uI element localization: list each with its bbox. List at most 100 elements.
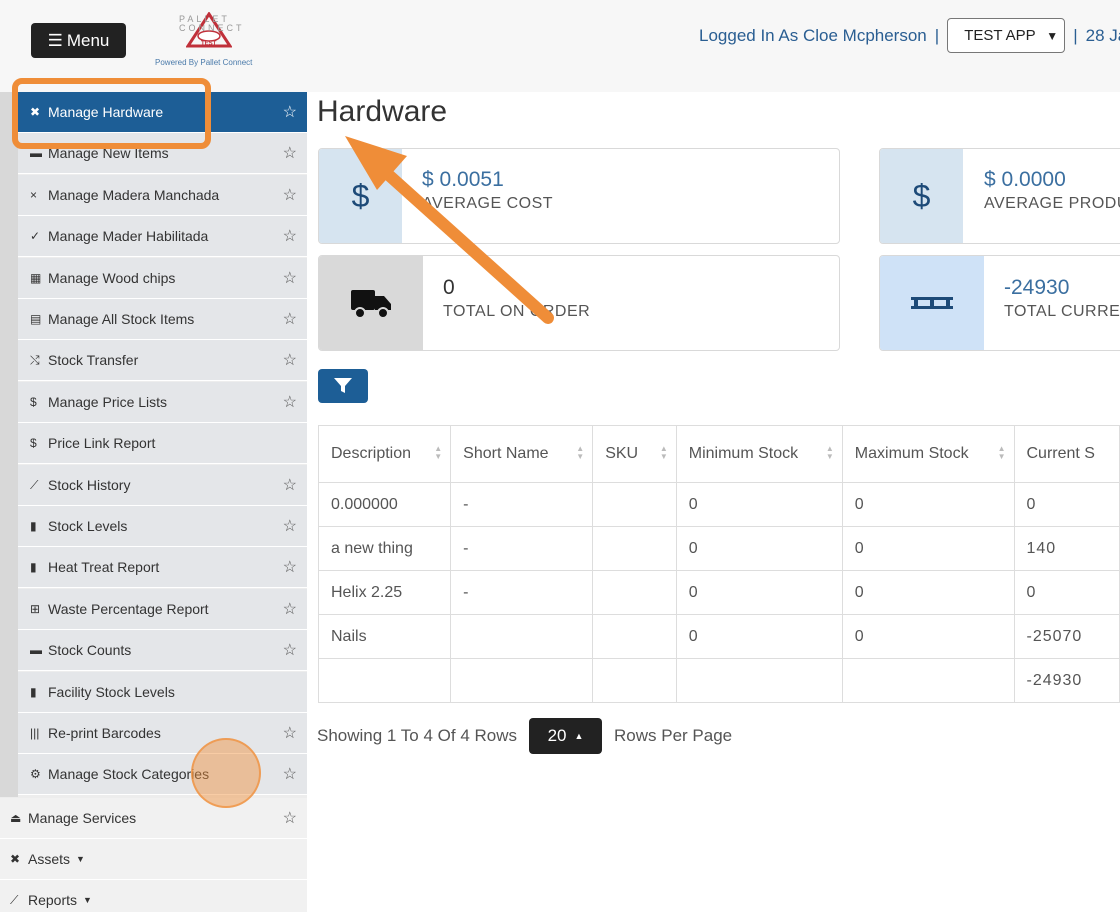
sidebar-item-manage-price-lists[interactable]: $ Manage Price Lists ☆ <box>18 382 307 423</box>
table-header-row: Description ▲ ▼ Short Name ▲ ▼ SKU ▲ ▼ Minimum… <box>317 425 1120 483</box>
sidebar-item-manage-all-stock-items[interactable]: ▤ Manage All Stock Items ☆ <box>18 299 307 340</box>
menu-button[interactable]: ☰ Menu <box>31 23 126 58</box>
sidebar-item-reports[interactable]: ⟋ Reports ▼ <box>0 880 307 912</box>
card-value: $ 0.0051 <box>422 168 504 191</box>
table-cell <box>317 658 452 703</box>
sidebar-item-manage-services[interactable]: ⏏ Manage Services ☆ <box>0 798 307 839</box>
sidebar-item-manage-wood-chips[interactable]: ▦ Manage Wood chips ☆ <box>18 258 307 299</box>
table-cell <box>450 614 594 659</box>
menu-item-icon: ||| <box>30 726 40 740</box>
sidebar-item-manage-stock-categories[interactable]: ⚙ Manage Stock Categories ☆ <box>18 754 307 795</box>
menu-item-icon: ⊞ <box>30 602 41 616</box>
menu-item-icon: ▮ <box>30 560 37 574</box>
logged-in-text: Logged In As Cloe Mcpherson <box>699 25 927 45</box>
menu-item-icon: $ <box>30 436 37 450</box>
menu-item-icon: ▬ <box>30 643 42 657</box>
column-header[interactable]: Maximum Stock ▲ ▼ <box>841 425 1015 483</box>
favorite-star-icon[interactable]: ☆ <box>283 640 297 660</box>
favorite-star-icon[interactable]: ☆ <box>283 557 297 577</box>
sidebar-item-label: Facility Stock Levels <box>48 684 175 700</box>
separator: | <box>934 25 940 45</box>
favorite-star-icon[interactable]: ☆ <box>283 102 297 122</box>
favorite-star-icon[interactable]: ☆ <box>283 599 297 619</box>
table-cell: 0.000000 <box>317 482 452 527</box>
top-right-bar: Logged In As Cloe Mcpherson | TEST APP ▼… <box>699 18 1120 53</box>
menu-item-icon: ⟋ <box>10 892 19 907</box>
sidebar-item-stock-history[interactable]: ⟋ Stock History ☆ <box>18 465 307 506</box>
favorite-star-icon[interactable]: ☆ <box>283 808 297 828</box>
sidebar-item-label: Heat Treat Report <box>48 559 160 575</box>
sidebar-item-label: Manage Wood chips <box>48 270 176 286</box>
sidebar-item-stock-counts[interactable]: ▬ Stock Counts ☆ <box>18 630 307 671</box>
table-cell <box>592 658 677 703</box>
sidebar-item-label: Waste Percentage Report <box>48 601 209 617</box>
table-row[interactable]: -24930 <box>317 658 1120 703</box>
table-row[interactable]: Nails 0 0 -25070 <box>317 614 1120 659</box>
table-cell: - <box>450 482 594 527</box>
caret-down-icon: ▼ <box>83 895 92 905</box>
column-header[interactable]: Description ▲ ▼ <box>317 425 452 483</box>
sort-icon: ▲ ▼ <box>576 444 585 461</box>
favorite-star-icon[interactable]: ☆ <box>283 226 297 246</box>
click-indicator <box>191 738 261 808</box>
table-cell: a new thing <box>317 526 452 571</box>
filter-icon <box>334 378 352 393</box>
pallet-connect-logo[interactable]: PALLET CONNECT TEST Powered By Pallet Co… <box>150 10 265 70</box>
card-value: $ 0.0000 <box>984 168 1066 191</box>
page-size-value: 20 <box>547 726 567 745</box>
column-header[interactable]: Short Name ▲ ▼ <box>450 425 594 483</box>
sidebar-item-manage-mader-habilitada[interactable]: ✓ Manage Mader Habilitada ☆ <box>18 216 307 257</box>
favorite-star-icon[interactable]: ☆ <box>283 350 297 370</box>
favorite-star-icon[interactable]: ☆ <box>283 475 297 495</box>
sidebar-item-price-link-report[interactable]: $ Price Link Report <box>18 423 307 464</box>
showing-rows-text: Showing 1 To 4 Of 4 Rows <box>317 726 518 745</box>
menu-item-icon: ⤭ <box>30 352 40 367</box>
total-on-order-card: 0 TOTAL ON ORDER <box>318 255 840 351</box>
total-current-card: -24930 TOTAL CURREN <box>879 255 1120 351</box>
sidebar-item-stock-transfer[interactable]: ⤭ Stock Transfer ☆ <box>18 340 307 381</box>
favorite-star-icon[interactable]: ☆ <box>283 723 297 743</box>
favorite-star-icon[interactable]: ☆ <box>283 143 297 163</box>
favorite-star-icon[interactable]: ☆ <box>283 268 297 288</box>
sidebar-indent-strip <box>0 92 18 797</box>
menu-item-icon: ▮ <box>30 685 37 699</box>
caret-down-icon: ▼ <box>76 854 85 864</box>
sidebar-item-facility-stock-levels[interactable]: ▮ Facility Stock Levels <box>18 672 307 713</box>
separator: | <box>1073 25 1078 45</box>
table-row[interactable]: a new thing -0 0 140 <box>317 526 1120 571</box>
page-title: Hardware <box>317 95 448 128</box>
card-value: 0 <box>443 276 455 299</box>
menu-item-icon: ▤ <box>30 312 42 326</box>
column-header[interactable]: Current S <box>1013 425 1120 483</box>
table-row[interactable]: 0.000000-0 0 0 <box>317 482 1120 527</box>
table-cell <box>450 658 594 703</box>
truck-icon <box>319 256 423 350</box>
sidebar-item-label: Manage Price Lists <box>48 394 168 410</box>
favorite-star-icon[interactable]: ☆ <box>283 185 297 205</box>
favorite-star-icon[interactable]: ☆ <box>283 516 297 536</box>
sidebar-item-heat-treat-report[interactable]: ▮ Heat Treat Report ☆ <box>18 547 307 588</box>
app-select[interactable]: TEST APP ▼ <box>947 18 1066 53</box>
powered-by-text: Powered By Pallet Connect <box>155 58 253 67</box>
sidebar-item-assets[interactable]: ✖ Assets ▼ <box>0 839 307 880</box>
sidebar-item-manage-madera-manchada[interactable]: × Manage Madera Manchada ☆ <box>18 175 307 216</box>
page-size-dropdown[interactable]: 20 ▲ <box>529 718 603 754</box>
table-cell: 0 <box>675 570 843 615</box>
favorite-star-icon[interactable]: ☆ <box>283 309 297 329</box>
sort-icon: ▲ ▼ <box>434 444 443 461</box>
pagination: Showing 1 To 4 Of 4 Rows 20 ▲ Rows Per P… <box>317 718 732 754</box>
average-production-card: $ $ 0.0000 AVERAGE PRODU <box>879 148 1120 244</box>
column-header[interactable]: SKU ▲ ▼ <box>592 425 677 483</box>
sidebar-item-waste-percentage-report[interactable]: ⊞ Waste Percentage Report ☆ <box>18 589 307 630</box>
table-row[interactable]: Helix 2.25-0 0 0 <box>317 570 1120 615</box>
chevron-down-icon: ▼ <box>1046 28 1059 43</box>
favorite-star-icon[interactable]: ☆ <box>283 764 297 784</box>
filter-button[interactable] <box>318 369 368 403</box>
sidebar-item-re-print-barcodes[interactable]: ||| Re-print Barcodes ☆ <box>18 713 307 754</box>
sidebar-item-stock-levels[interactable]: ▮ Stock Levels ☆ <box>18 506 307 547</box>
favorite-star-icon[interactable]: ☆ <box>283 392 297 412</box>
sidebar-item-label: Assets <box>28 851 71 867</box>
column-header[interactable]: Minimum Stock ▲ ▼ <box>675 425 843 483</box>
table-cell: 0 <box>841 614 1015 659</box>
table-cell: Nails <box>317 614 452 659</box>
